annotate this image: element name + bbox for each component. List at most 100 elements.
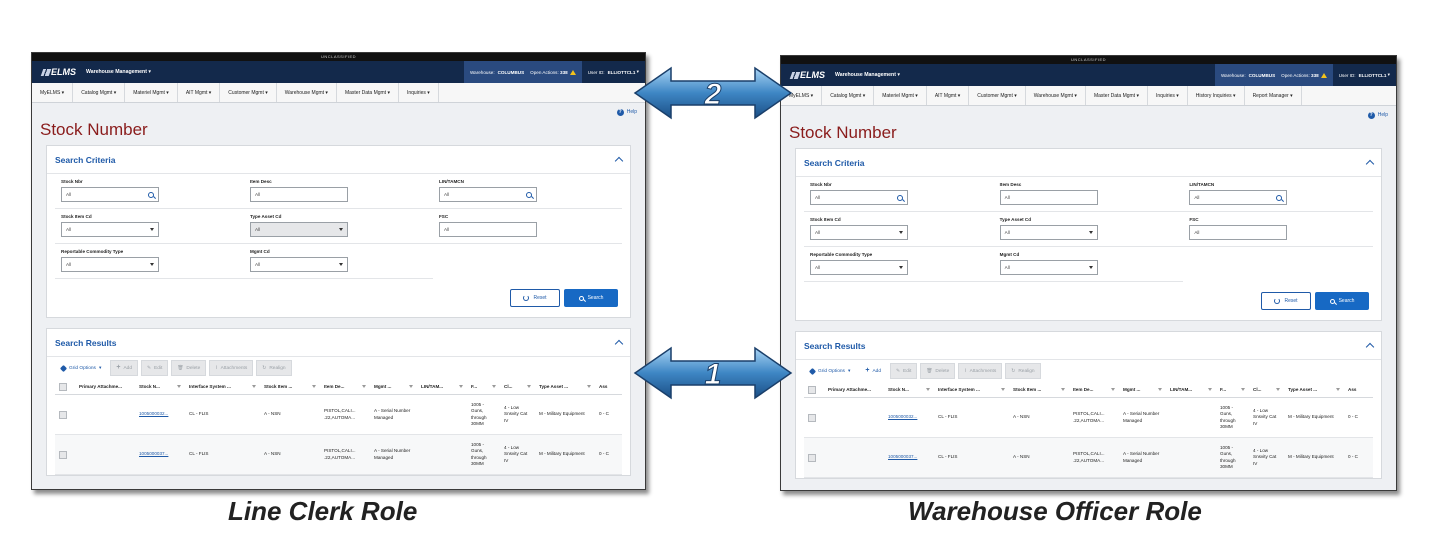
stock-item-cd-select[interactable]: All bbox=[61, 222, 159, 237]
col-fsc[interactable]: F... bbox=[467, 379, 500, 395]
menu-inquiries[interactable]: Inquiries ▾ bbox=[399, 83, 439, 102]
menu-history-inquiries[interactable]: History Inquiries ▾ bbox=[1188, 86, 1245, 105]
col-stock-item[interactable]: Stock Item ... bbox=[1009, 382, 1069, 398]
col-primary-attachment[interactable]: Primary Attachme... bbox=[75, 379, 135, 395]
item-desc-input[interactable]: All bbox=[999, 190, 1098, 205]
help-link[interactable]: ? Help bbox=[781, 106, 1396, 124]
table-row[interactable]: 1005000032... CL - FLIS A - NSN PISTOL,C… bbox=[804, 398, 1373, 438]
menu-catalog-mgmt[interactable]: Catalog Mgmt ▾ bbox=[73, 83, 126, 102]
filter-icon[interactable] bbox=[1276, 388, 1280, 391]
search-results-header[interactable]: Search Results bbox=[796, 332, 1381, 360]
add-button[interactable]: + Add bbox=[859, 363, 887, 379]
stock-nbr-link[interactable]: 1005000032... bbox=[884, 398, 934, 437]
col-class[interactable]: Cl... bbox=[500, 379, 535, 395]
menu-myelms[interactable]: MyELMS ▾ bbox=[32, 83, 74, 102]
grid-options-button[interactable]: Grid Options ▾ bbox=[804, 363, 856, 379]
select-all-checkbox[interactable] bbox=[808, 385, 816, 394]
col-asset[interactable]: Ass bbox=[1344, 382, 1362, 398]
search-criteria-header[interactable]: Search Criteria bbox=[796, 149, 1381, 177]
col-type-asset[interactable]: Type Asset ... bbox=[535, 379, 595, 395]
menu-report-manager[interactable]: Report Manager ▾ bbox=[1245, 86, 1302, 105]
select-all-checkbox[interactable] bbox=[59, 382, 67, 391]
search-icon[interactable] bbox=[897, 194, 903, 201]
row-checkbox[interactable] bbox=[59, 410, 67, 419]
col-stock-nbr[interactable]: Stock N... bbox=[884, 382, 934, 398]
filter-icon[interactable] bbox=[409, 385, 413, 388]
app-menu-title[interactable]: Warehouse Management ▾ bbox=[76, 69, 464, 75]
search-criteria-header[interactable]: Search Criteria bbox=[47, 146, 630, 174]
table-row[interactable]: 1005000037... CL - FLIS A - NSN PISTOL,C… bbox=[55, 435, 622, 475]
col-interface-system[interactable]: Interface System ... bbox=[934, 382, 1009, 398]
col-item-desc[interactable]: Item De... bbox=[320, 379, 370, 395]
filter-icon[interactable] bbox=[1061, 388, 1065, 391]
filter-icon[interactable] bbox=[1001, 388, 1005, 391]
col-primary-attachment[interactable]: Primary Attachme... bbox=[824, 382, 884, 398]
reportable-commodity-select[interactable]: All bbox=[810, 260, 908, 275]
search-button[interactable]: Search bbox=[564, 289, 618, 307]
fsc-input[interactable]: All bbox=[439, 222, 537, 237]
menu-master-data-mgmt[interactable]: Master Data Mgmt ▾ bbox=[1086, 86, 1148, 105]
menu-ait-mgmt[interactable]: AIT Mgmt ▾ bbox=[927, 86, 970, 105]
collapse-chevron-icon[interactable] bbox=[614, 339, 624, 349]
help-link[interactable]: ? Help bbox=[32, 103, 645, 121]
app-menu-title[interactable]: Warehouse Management ▾ bbox=[825, 72, 1215, 78]
mgmt-cd-select[interactable]: All bbox=[999, 260, 1098, 275]
col-stock-item[interactable]: Stock Item ... bbox=[260, 379, 320, 395]
search-icon[interactable] bbox=[148, 191, 154, 198]
row-checkbox[interactable] bbox=[808, 453, 816, 462]
col-class[interactable]: Cl... bbox=[1249, 382, 1284, 398]
col-fsc[interactable]: F... bbox=[1216, 382, 1249, 398]
table-row[interactable]: 1005000037... CL - FLIS A - NSN PISTOL,C… bbox=[804, 438, 1373, 478]
search-results-header[interactable]: Search Results bbox=[47, 329, 630, 357]
menu-materiel-mgmt[interactable]: Materiel Mgmt ▾ bbox=[874, 86, 927, 105]
fsc-input[interactable]: All bbox=[1189, 225, 1288, 240]
menu-ait-mgmt[interactable]: AIT Mgmt ▾ bbox=[178, 83, 221, 102]
menu-master-data-mgmt[interactable]: Master Data Mgmt ▾ bbox=[337, 83, 399, 102]
reset-button[interactable]: Reset bbox=[1261, 292, 1311, 310]
menu-warehouse-mgmt[interactable]: Warehouse Mgmt ▾ bbox=[277, 83, 337, 102]
collapse-chevron-icon[interactable] bbox=[614, 156, 624, 166]
menu-inquiries[interactable]: Inquiries ▾ bbox=[1148, 86, 1188, 105]
type-asset-cd-select[interactable]: All bbox=[999, 225, 1098, 240]
menu-customer-mgmt[interactable]: Customer Mgmt ▾ bbox=[220, 83, 277, 102]
col-mgmt[interactable]: Mgmt ... bbox=[1119, 382, 1166, 398]
stock-nbr-link[interactable]: 1005000037... bbox=[884, 438, 934, 477]
filter-icon[interactable] bbox=[527, 385, 531, 388]
collapse-chevron-icon[interactable] bbox=[1365, 342, 1375, 352]
lin-tamcn-input[interactable]: All bbox=[1189, 190, 1288, 205]
stock-nbr-input[interactable]: All bbox=[61, 187, 159, 202]
user-menu[interactable]: User ID: ELLIOTTCL1 ▾ bbox=[1333, 64, 1396, 86]
filter-icon[interactable] bbox=[312, 385, 316, 388]
grid-options-button[interactable]: Grid Options ▾ bbox=[55, 360, 107, 376]
warehouse-status[interactable]: Warehouse: COLUMBUS Open Actions: 338 bbox=[464, 61, 582, 83]
stock-nbr-input[interactable]: All bbox=[810, 190, 908, 205]
menu-warehouse-mgmt[interactable]: Warehouse Mgmt ▾ bbox=[1026, 86, 1086, 105]
filter-icon[interactable] bbox=[362, 385, 366, 388]
search-button[interactable]: Search bbox=[1315, 292, 1369, 310]
stock-item-cd-select[interactable]: All bbox=[810, 225, 908, 240]
col-item-desc[interactable]: Item De... bbox=[1069, 382, 1119, 398]
table-row[interactable]: 1005000032... CL - FLIS A - NSN PISTOL,C… bbox=[55, 395, 622, 435]
menu-customer-mgmt[interactable]: Customer Mgmt ▾ bbox=[969, 86, 1026, 105]
filter-icon[interactable] bbox=[492, 385, 496, 388]
filter-icon[interactable] bbox=[1158, 388, 1162, 391]
reportable-commodity-select[interactable]: All bbox=[61, 257, 159, 272]
filter-icon[interactable] bbox=[926, 388, 930, 391]
col-lin-tamcn[interactable]: LIN/TAM... bbox=[1166, 382, 1216, 398]
elms-logo[interactable]: ELMS bbox=[32, 67, 76, 77]
col-asset[interactable]: Ass bbox=[595, 379, 613, 395]
filter-icon[interactable] bbox=[1208, 388, 1212, 391]
col-type-asset[interactable]: Type Asset ... bbox=[1284, 382, 1344, 398]
filter-icon[interactable] bbox=[1241, 388, 1245, 391]
search-icon[interactable] bbox=[1276, 194, 1283, 201]
collapse-chevron-icon[interactable] bbox=[1365, 159, 1375, 169]
lin-tamcn-input[interactable]: All bbox=[439, 187, 537, 202]
reset-button[interactable]: Reset bbox=[510, 289, 560, 307]
col-lin-tamcn[interactable]: LIN/TAM... bbox=[417, 379, 467, 395]
row-checkbox[interactable] bbox=[59, 450, 67, 459]
search-icon[interactable] bbox=[526, 191, 532, 198]
filter-icon[interactable] bbox=[1336, 388, 1340, 391]
col-mgmt[interactable]: Mgmt ... bbox=[370, 379, 417, 395]
menu-catalog-mgmt[interactable]: Catalog Mgmt ▾ bbox=[822, 86, 875, 105]
filter-icon[interactable] bbox=[177, 385, 181, 388]
